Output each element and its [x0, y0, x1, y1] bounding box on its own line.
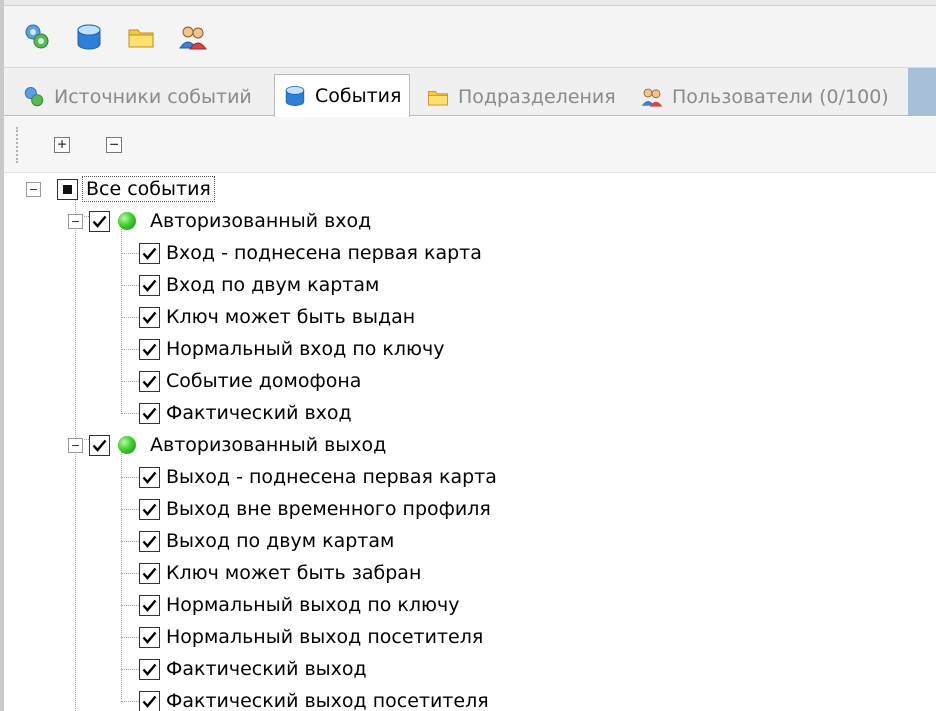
- tab-departments[interactable]: Подразделения: [418, 78, 624, 116]
- group-checkbox[interactable]: [89, 210, 110, 232]
- tree-group-label: Авторизованный выход: [150, 434, 387, 456]
- tree-group-label: Авторизованный вход: [150, 210, 372, 232]
- tree-item-row[interactable]: Фактический вход: [139, 397, 354, 429]
- status-green-icon: [118, 212, 136, 230]
- tree-item-label: Ключ может быть забран: [166, 562, 422, 584]
- item-checkbox[interactable]: [139, 562, 160, 584]
- tree-item-label: Нормальный вход по ключу: [166, 338, 445, 360]
- tree-item-label: Ключ может быть выдан: [166, 306, 416, 328]
- tree-item-label: Нормальный выход по ключу: [166, 594, 460, 616]
- events-db-icon: [77, 24, 101, 49]
- tree-connector: [121, 637, 139, 638]
- tree-item-label: Выход - поднесена первая карта: [166, 466, 497, 488]
- tree-connector: [121, 541, 139, 542]
- item-checkbox[interactable]: [139, 530, 160, 552]
- tree-item-row[interactable]: Ключ может быть выдан: [139, 301, 417, 333]
- users-icon: [179, 26, 207, 49]
- status-green-icon: [118, 436, 136, 454]
- item-checkbox[interactable]: [139, 626, 160, 648]
- item-checkbox[interactable]: [139, 242, 160, 264]
- tab-strip-end: [908, 68, 936, 116]
- item-checkbox[interactable]: [139, 402, 160, 424]
- tree-connector: [121, 349, 139, 350]
- tree-connector: [121, 317, 139, 318]
- users-button[interactable]: [176, 20, 210, 54]
- tree-connector: [121, 669, 139, 670]
- tree-item-label: Выход вне временного профиля: [166, 498, 491, 520]
- tab-events[interactable]: События: [274, 74, 411, 117]
- tree-item-label: Нормальный выход посетителя: [166, 626, 484, 648]
- tree-connector: [121, 381, 139, 382]
- item-checkbox[interactable]: [139, 658, 160, 680]
- tab-label: Источники событий: [54, 86, 252, 108]
- tree-connector: [121, 605, 139, 606]
- tree-item-row[interactable]: Вход - поднесена первая карта: [139, 237, 484, 269]
- tree-item-row[interactable]: Нормальный выход посетителя: [139, 621, 485, 653]
- events-tree: Все события Авторизованный вход Вход - по…: [4, 173, 936, 711]
- tree-item-label: Вход - поднесена первая карта: [166, 242, 482, 264]
- tree-item-row[interactable]: Нормальный вход по ключу: [139, 333, 447, 365]
- tree-toolbar: + −: [4, 117, 936, 173]
- tree-item-row[interactable]: Фактический выход посетителя: [139, 685, 491, 711]
- events-button[interactable]: [72, 20, 106, 54]
- tree-item-label: Фактический выход: [166, 658, 367, 680]
- tree-root-label: Все события: [82, 176, 215, 202]
- tree-item-label: Фактический вход: [166, 402, 352, 424]
- folder-icon: [128, 29, 154, 47]
- users-icon: [641, 88, 663, 107]
- main-toolbar: [4, 6, 936, 68]
- item-checkbox[interactable]: [139, 338, 160, 360]
- item-checkbox[interactable]: [139, 306, 160, 328]
- tab-event-sources[interactable]: Источники событий: [14, 78, 260, 116]
- tree-connector: [121, 573, 139, 574]
- item-checkbox[interactable]: [139, 690, 160, 711]
- event-sources-button[interactable]: [20, 20, 54, 54]
- event-sources-icon: [25, 24, 49, 48]
- event-sources-icon: [24, 87, 44, 107]
- tree-connector: [121, 701, 139, 702]
- expand-all-button[interactable]: +: [54, 137, 70, 153]
- collapse-toggle[interactable]: [68, 437, 83, 453]
- tree-item-row[interactable]: Выход по двум картам: [139, 525, 396, 557]
- tree-item-row[interactable]: Событие домофона: [139, 365, 363, 397]
- tree-group-row[interactable]: Авторизованный выход: [68, 429, 388, 461]
- folder-icon: [428, 91, 448, 106]
- tree-root-row[interactable]: Все события: [26, 173, 215, 205]
- tree-item-row[interactable]: Выход вне временного профиля: [139, 493, 493, 525]
- tree-connector: [121, 285, 139, 286]
- tree-item-row[interactable]: Ключ может быть забран: [139, 557, 423, 589]
- tab-label: События: [315, 85, 402, 107]
- root-checkbox[interactable]: [57, 178, 78, 200]
- tree-item-label: Вход по двум картам: [166, 274, 380, 296]
- tab-label: Подразделения: [458, 86, 616, 108]
- item-checkbox[interactable]: [139, 594, 160, 616]
- collapse-all-button[interactable]: −: [106, 137, 122, 153]
- tab-strip: Источники событий События Подразделения …: [4, 68, 936, 117]
- events-db-icon: [285, 86, 305, 106]
- tree-connector: [121, 253, 139, 254]
- collapse-toggle[interactable]: [26, 181, 41, 197]
- tree-item-row[interactable]: Выход - поднесена первая карта: [139, 461, 499, 493]
- collapse-toggle[interactable]: [68, 213, 83, 229]
- tree-item-label: Событие домофона: [166, 370, 362, 392]
- tree-item-label: Фактический выход посетителя: [166, 690, 489, 711]
- tab-users[interactable]: Пользователи (0/100): [632, 78, 897, 116]
- item-checkbox[interactable]: [139, 498, 160, 520]
- item-checkbox[interactable]: [139, 274, 160, 296]
- tree-item-row[interactable]: Нормальный выход по ключу: [139, 589, 462, 621]
- group-checkbox[interactable]: [89, 434, 110, 456]
- tab-label: Пользователи (0/100): [672, 86, 889, 108]
- tree-item-row[interactable]: Вход по двум картам: [139, 269, 381, 301]
- tree-item-label: Выход по двум картам: [166, 530, 395, 552]
- tree-item-row[interactable]: Фактический выход: [139, 653, 369, 685]
- tree-connector: [121, 509, 139, 510]
- tree-group-row[interactable]: Авторизованный вход: [68, 205, 373, 237]
- item-checkbox[interactable]: [139, 466, 160, 488]
- departments-button[interactable]: [124, 20, 158, 54]
- tree-connector: [121, 477, 139, 478]
- item-checkbox[interactable]: [139, 370, 160, 392]
- toolbar-grip[interactable]: [16, 127, 18, 163]
- tree-connector: [121, 413, 139, 414]
